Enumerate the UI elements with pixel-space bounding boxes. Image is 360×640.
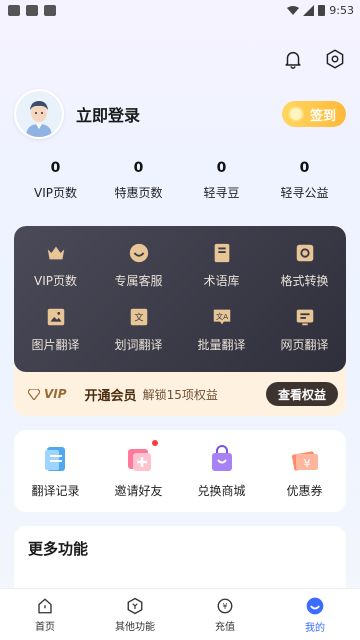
tab-other-functions[interactable]: 其他功能 xyxy=(90,589,180,640)
stat-charity[interactable]: 0 轻寻公益 xyxy=(263,160,346,201)
signal-icon xyxy=(303,4,315,16)
diamond-icon xyxy=(28,388,40,400)
quick-translation-records[interactable]: 翻译记录 xyxy=(14,444,97,499)
image-translate-icon xyxy=(47,308,64,326)
tab-profile[interactable]: 我的 xyxy=(270,589,360,640)
term-book-icon xyxy=(214,243,229,263)
web-translate-icon xyxy=(296,309,313,326)
stat-value: 0 xyxy=(133,160,144,176)
vip-feature-label: 批量翻译 xyxy=(197,338,246,352)
vip-feature-label: 术语库 xyxy=(203,274,240,288)
vip-feature-label: 图片翻译 xyxy=(31,338,80,352)
svg-text:¥: ¥ xyxy=(223,602,228,611)
svg-text:¥: ¥ xyxy=(303,457,310,470)
vip-feature-web-translate[interactable]: 网页翻译 xyxy=(263,306,346,370)
settings-icon[interactable] xyxy=(322,46,348,72)
quick-action-label: 翻译记录 xyxy=(31,483,80,498)
clock: 9:53 xyxy=(329,3,354,17)
avatar[interactable] xyxy=(14,89,64,139)
notification-icon xyxy=(8,4,20,16)
quick-action-label: 兑换商城 xyxy=(197,483,246,498)
stat-label: 特惠页数 xyxy=(114,186,163,200)
profile-icon xyxy=(306,597,324,614)
coupon-icon: ¥ xyxy=(291,451,318,470)
stat-label: 轻寻公益 xyxy=(280,186,329,200)
vip-open-label: 开通会员 xyxy=(84,388,137,404)
tab-home[interactable]: 首页 xyxy=(0,589,90,640)
quick-action-label: 优惠券 xyxy=(286,483,323,498)
vip-feature-label: VIP页数 xyxy=(34,274,77,288)
vip-promo-bar[interactable]: VIP 开通会员 解锁15项权益 查看权益 xyxy=(14,372,346,416)
vip-feature-service[interactable]: 专属客服 xyxy=(97,242,180,306)
tab-label: 我的 xyxy=(305,622,325,634)
vip-feature-label: 划词翻译 xyxy=(114,338,163,352)
stat-label: VIP页数 xyxy=(34,186,77,200)
vip-badge-text: VIP xyxy=(44,387,67,401)
tab-label: 充值 xyxy=(215,621,235,633)
recharge-icon: ¥ xyxy=(217,598,233,613)
vip-feature-label: 专属客服 xyxy=(114,274,163,288)
vip-feature-batch-translate[interactable]: 文A 批量翻译 xyxy=(180,306,263,370)
notification-icon xyxy=(26,4,38,16)
svg-text:文: 文 xyxy=(134,312,143,324)
smile-service-icon xyxy=(129,243,148,263)
quick-actions: 翻译记录 邀请好友 兑换商城 ¥ 优惠券 xyxy=(14,430,346,512)
word-translate-icon: 文 xyxy=(130,308,147,326)
signin-label: 签到 xyxy=(309,108,336,124)
coin-icon xyxy=(287,106,304,122)
quick-exchange-mall[interactable]: 兑换商城 xyxy=(180,444,263,499)
vip-features-grid: VIP页数 专属客服 术语库 格式转换 图片翻译 文 划词翻译 文A 批量翻译 … xyxy=(14,226,346,372)
view-benefits-button[interactable]: 查看权益 xyxy=(265,382,338,406)
vip-feature-pages[interactable]: VIP页数 xyxy=(14,242,97,306)
mall-icon xyxy=(211,444,232,471)
quick-action-label: 邀请好友 xyxy=(114,483,163,498)
signin-button[interactable]: 签到 xyxy=(281,101,346,127)
vip-feature-label: 格式转换 xyxy=(280,274,329,288)
stats-row: 0 VIP页数 0 特惠页数 0 轻寻豆 0 轻寻公益 xyxy=(14,160,346,201)
svg-text:文A: 文A xyxy=(215,312,227,321)
battery-icon xyxy=(318,5,326,16)
tab-recharge[interactable]: ¥ 充值 xyxy=(180,589,270,640)
record-icon xyxy=(44,446,65,471)
stat-label: 轻寻豆 xyxy=(203,186,240,200)
stat-beans[interactable]: 0 轻寻豆 xyxy=(180,160,263,201)
vip-feature-convert[interactable]: 格式转换 xyxy=(263,242,346,306)
notification-icon xyxy=(44,4,56,16)
vip-card: VIP页数 专属客服 术语库 格式转换 图片翻译 文 划词翻译 文A 批量翻译 … xyxy=(14,226,346,416)
vip-feature-image-translate[interactable]: 图片翻译 xyxy=(14,306,97,370)
invite-icon xyxy=(127,448,151,471)
vip-feature-terms[interactable]: 术语库 xyxy=(180,242,263,306)
section-title: 更多功能 xyxy=(28,540,89,558)
crown-icon xyxy=(47,246,64,260)
other-functions-icon xyxy=(127,597,143,614)
home-icon xyxy=(38,597,52,613)
bottom-tab-bar: 首页 其他功能 ¥ 充值 我的 xyxy=(0,588,360,640)
wifi-icon xyxy=(287,5,300,15)
stat-discount-pages[interactable]: 0 特惠页数 xyxy=(97,160,180,201)
stat-vip-pages[interactable]: 0 VIP页数 xyxy=(14,160,97,201)
vip-feature-label: 网页翻译 xyxy=(280,338,329,352)
status-bar: 9:53 xyxy=(0,0,360,20)
batch-translate-icon: 文A xyxy=(213,309,230,325)
stat-value: 0 xyxy=(299,160,310,176)
notification-dot xyxy=(152,439,158,446)
login-link[interactable]: 立即登录 xyxy=(76,102,140,126)
profile-header: 立即登录 签到 xyxy=(14,88,346,140)
bell-icon[interactable] xyxy=(280,46,306,72)
tab-label: 其他功能 xyxy=(115,621,155,633)
stat-value: 0 xyxy=(50,160,61,176)
quick-coupons[interactable]: ¥ 优惠券 xyxy=(263,444,346,499)
stat-value: 0 xyxy=(216,160,227,176)
vip-unlock-text: 解锁15项权益 xyxy=(142,387,218,402)
tab-label: 首页 xyxy=(35,621,55,633)
quick-invite-friends[interactable]: 邀请好友 xyxy=(97,439,180,499)
convert-icon xyxy=(296,244,313,262)
vip-feature-word-translate[interactable]: 文 划词翻译 xyxy=(97,306,180,370)
vip-badge: VIP xyxy=(28,387,67,401)
